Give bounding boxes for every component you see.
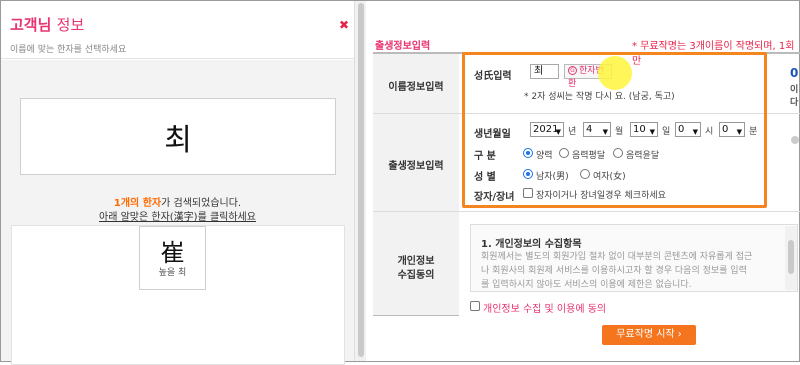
selected-char: 최 bbox=[164, 123, 192, 158]
hanja-list: 崔 높을 최 bbox=[11, 225, 345, 365]
birth-section-label: 출생정보입력 bbox=[373, 114, 459, 212]
start-naming-button[interactable]: 무료작명 시작 › bbox=[602, 325, 696, 345]
hanja-char: 崔 bbox=[160, 239, 185, 267]
side-fragment: 이 bbox=[790, 85, 799, 95]
popup-scrollbar[interactable] bbox=[354, 1, 366, 361]
click-instruction: 아래 알맞은 한자(漢字)를 클릭하세요 bbox=[99, 212, 256, 223]
side-scroll-icon bbox=[791, 136, 799, 144]
highlight-box bbox=[462, 52, 767, 208]
popup-title-rest: 정보 bbox=[56, 16, 85, 34]
privacy-title: 1. 개인정보의 수집항목 bbox=[481, 239, 582, 250]
name-section-label: 이름정보입력 bbox=[373, 54, 459, 114]
privacy-terms-box[interactable]: 1. 개인정보의 수집항목 회원께서는 별도의 회원가입 절차 없이 대부분의 … bbox=[470, 224, 798, 292]
form-section-title: 출생정보입력 bbox=[375, 41, 431, 52]
privacy-line: 를 입력하시지 않아도 서비스의 이용에 제한은 없습니다. bbox=[481, 280, 692, 290]
selected-char-box: 최 bbox=[20, 98, 336, 175]
row-divider bbox=[459, 211, 800, 212]
side-fragment: 0 bbox=[790, 66, 799, 80]
hanja-meaning: 높을 최 bbox=[158, 268, 187, 278]
search-result-text: 1개의 한자가 검색되었습니다. bbox=[1, 194, 354, 209]
privacy-section-label: 개인정보 수집동의 bbox=[373, 212, 459, 316]
privacy-agree-label: 개인정보 수집 및 이용에 동의 bbox=[483, 304, 607, 315]
popup-title-main: 고객님 bbox=[10, 16, 52, 34]
scrollbar-thumb[interactable] bbox=[788, 240, 794, 274]
close-icon[interactable]: ✖ bbox=[339, 19, 349, 31]
popup-title: 고객님 정보 bbox=[10, 14, 84, 35]
privacy-agree-checkbox[interactable] bbox=[470, 301, 480, 311]
customer-info-popup: 고객님 정보 이름에 맞는 한자를 선택하세요 ✖ 최 1개의 한자가 검색되었… bbox=[1, 1, 354, 365]
privacy-line: 회원께서는 별도의 회원가입 절차 없이 대부분의 콘텐츠에 자유롭게 접근 bbox=[481, 252, 753, 262]
hanja-option[interactable]: 崔 높을 최 bbox=[139, 226, 206, 290]
popup-header: 고객님 정보 이름에 맞는 한자를 선택하세요 ✖ bbox=[1, 1, 354, 59]
privacy-scrollbar[interactable] bbox=[785, 226, 797, 290]
popup-subtitle: 이름에 맞는 한자를 선택하세요 bbox=[10, 45, 127, 55]
popup-body: 최 1개의 한자가 검색되었습니다. 아래 알맞은 한자(漢字)를 클릭하세요 … bbox=[1, 60, 354, 365]
scrollbar-thumb[interactable] bbox=[358, 3, 364, 357]
side-fragment: 다 bbox=[790, 98, 799, 108]
privacy-line: 나 회원사의 회원제 서비스를 이용하시고자 할 경우 다음의 정보를 입력 bbox=[481, 266, 747, 276]
